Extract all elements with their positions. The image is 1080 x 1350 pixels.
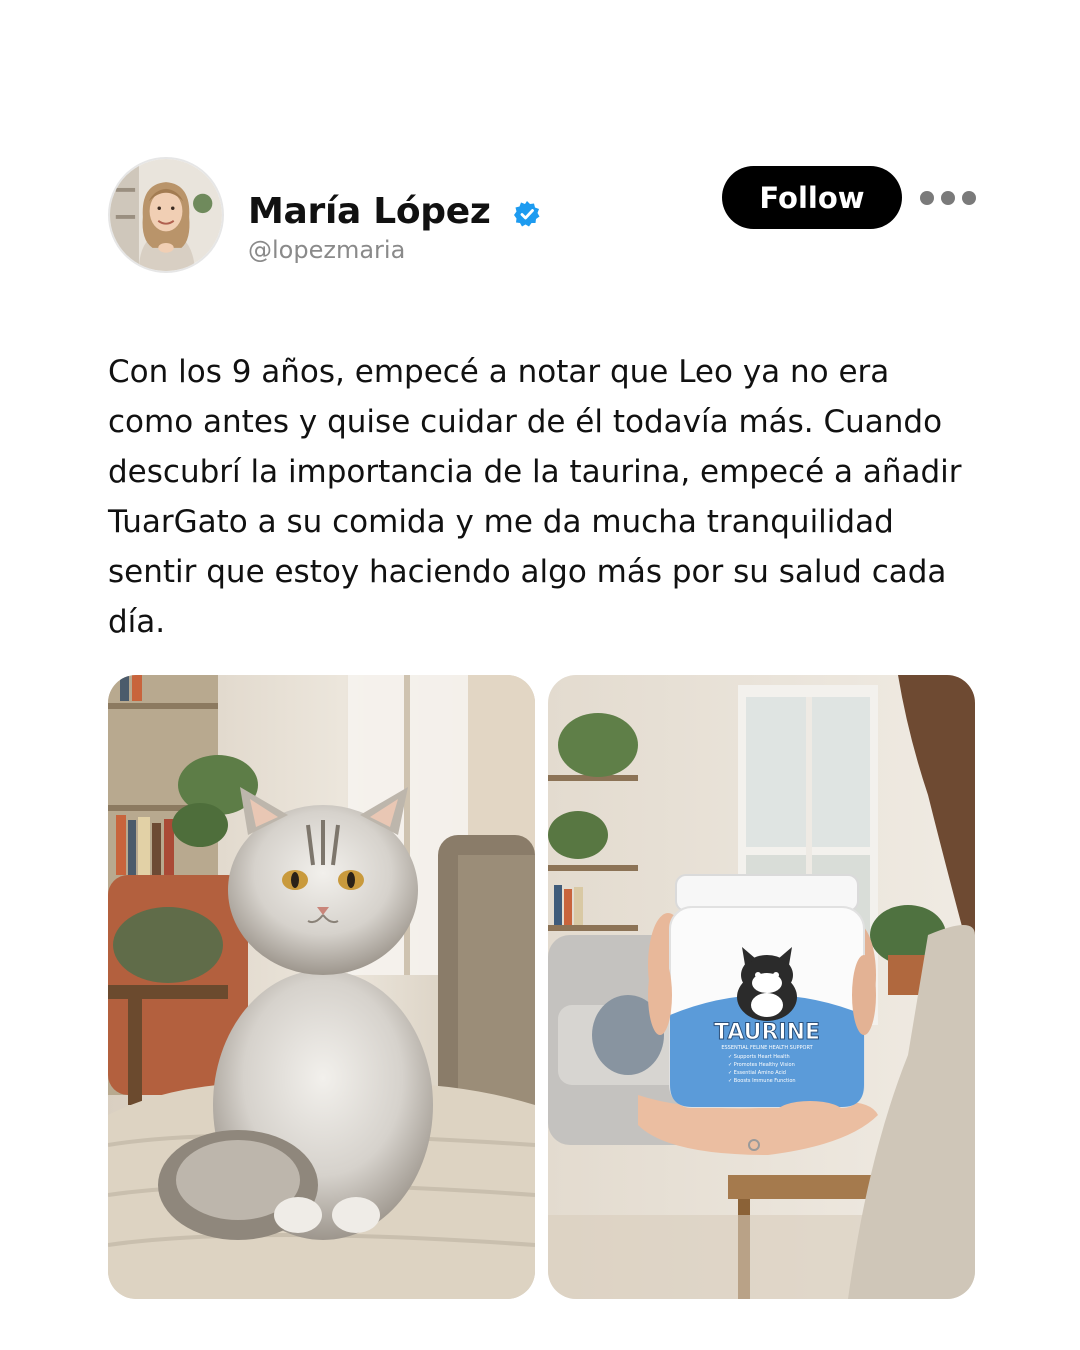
post-card: María López @lopezmaria Follow Con los 9… <box>0 0 1080 1350</box>
product-label-subtitle: ESSENTIAL FELINE HEALTH SUPPORT <box>721 1045 813 1051</box>
product-bullet: ✓ Promotes Healthy Vision <box>728 1062 795 1068</box>
post-text: Con los 9 años, empecé a notar que Leo y… <box>108 354 962 640</box>
author-name-row: María López <box>248 188 541 234</box>
more-dot-icon <box>941 191 955 205</box>
post-image-product[interactable]: TAURINE ESSENTIAL FELINE HEALTH SUPPORT … <box>548 675 975 1299</box>
author-name[interactable]: María López <box>248 191 491 232</box>
verified-badge-icon <box>513 200 541 228</box>
product-photo-icon: TAURINE ESSENTIAL FELINE HEALTH SUPPORT … <box>548 675 975 1299</box>
cat-photo-icon <box>108 675 535 1299</box>
post-image-cat[interactable] <box>108 675 535 1299</box>
profile-photo-icon <box>110 159 222 271</box>
more-options-button[interactable] <box>920 182 976 214</box>
more-dot-icon <box>962 191 976 205</box>
product-bullet: ✓ Boosts Immune Function <box>728 1078 796 1084</box>
product-label-title: TAURINE <box>714 1020 820 1045</box>
author-handle[interactable]: @lopezmaria <box>248 236 405 264</box>
product-bullet: ✓ Essential Amino Acid <box>728 1070 786 1076</box>
product-bullet: ✓ Supports Heart Health <box>728 1054 790 1060</box>
avatar[interactable] <box>108 157 224 273</box>
more-dot-icon <box>920 191 934 205</box>
follow-button[interactable]: Follow <box>722 166 902 229</box>
